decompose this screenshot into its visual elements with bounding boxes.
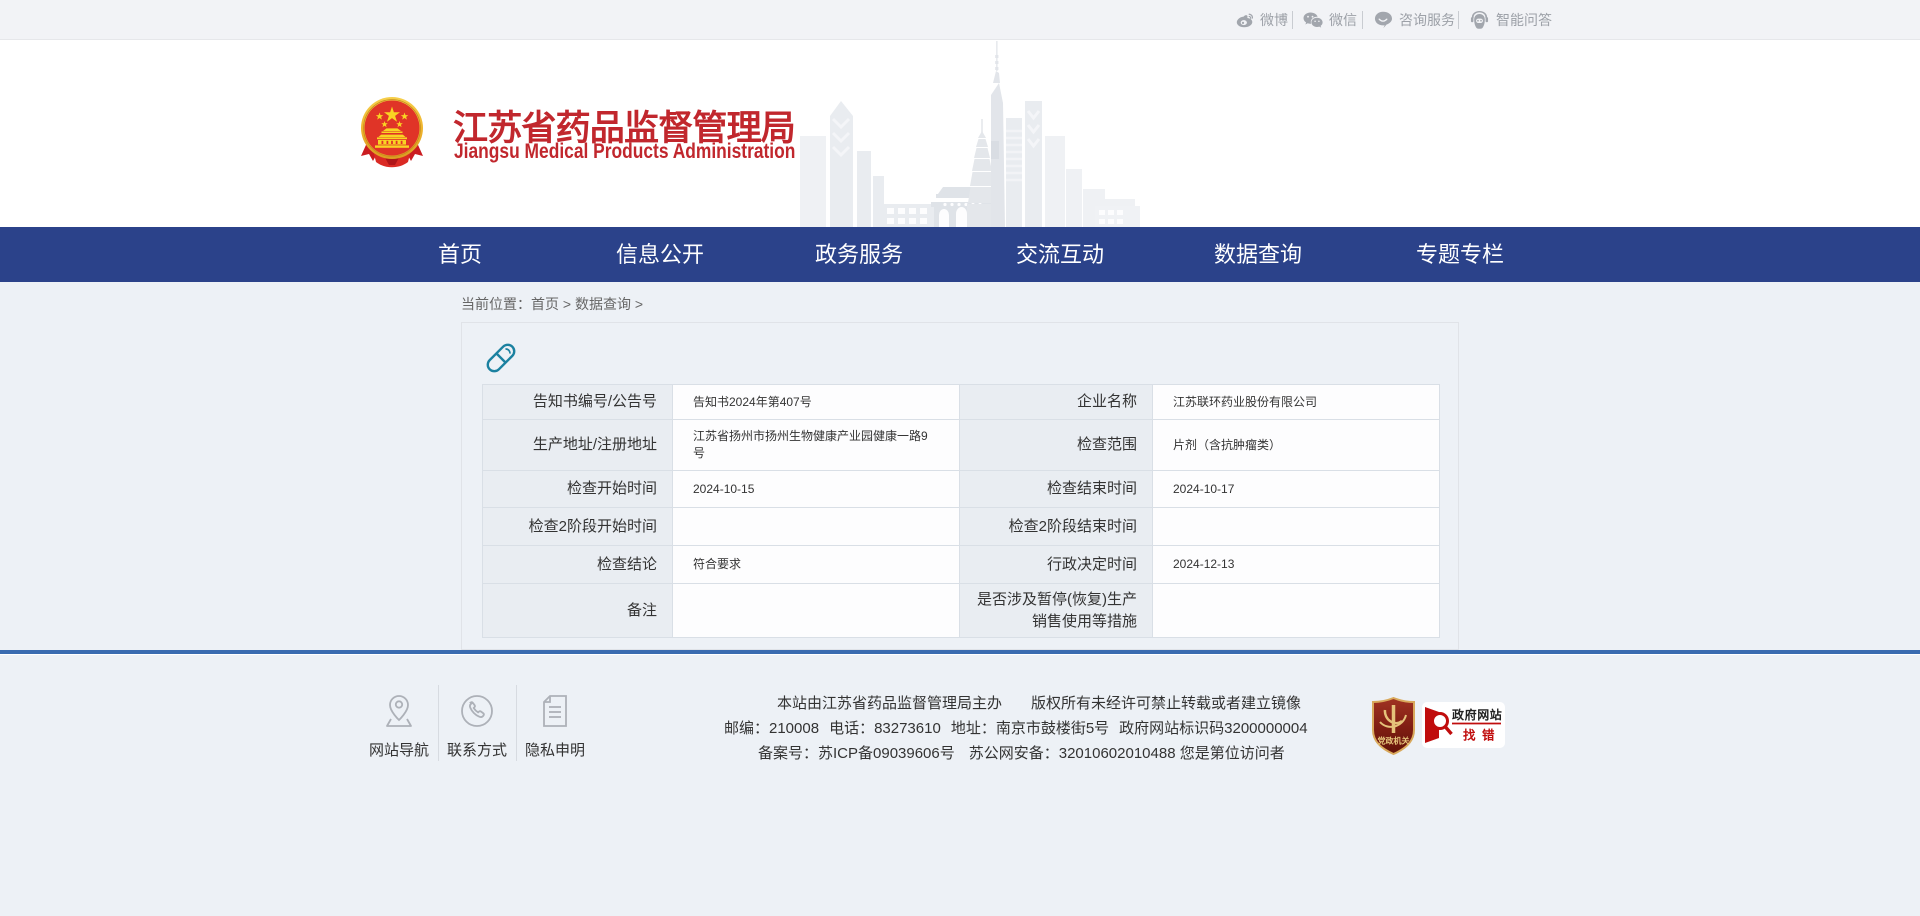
svg-text:找错: 找错 xyxy=(1463,728,1501,743)
svg-text:党政机关: 党政机关 xyxy=(1378,736,1410,746)
svg-text:政府网站: 政府网站 xyxy=(1452,707,1502,722)
